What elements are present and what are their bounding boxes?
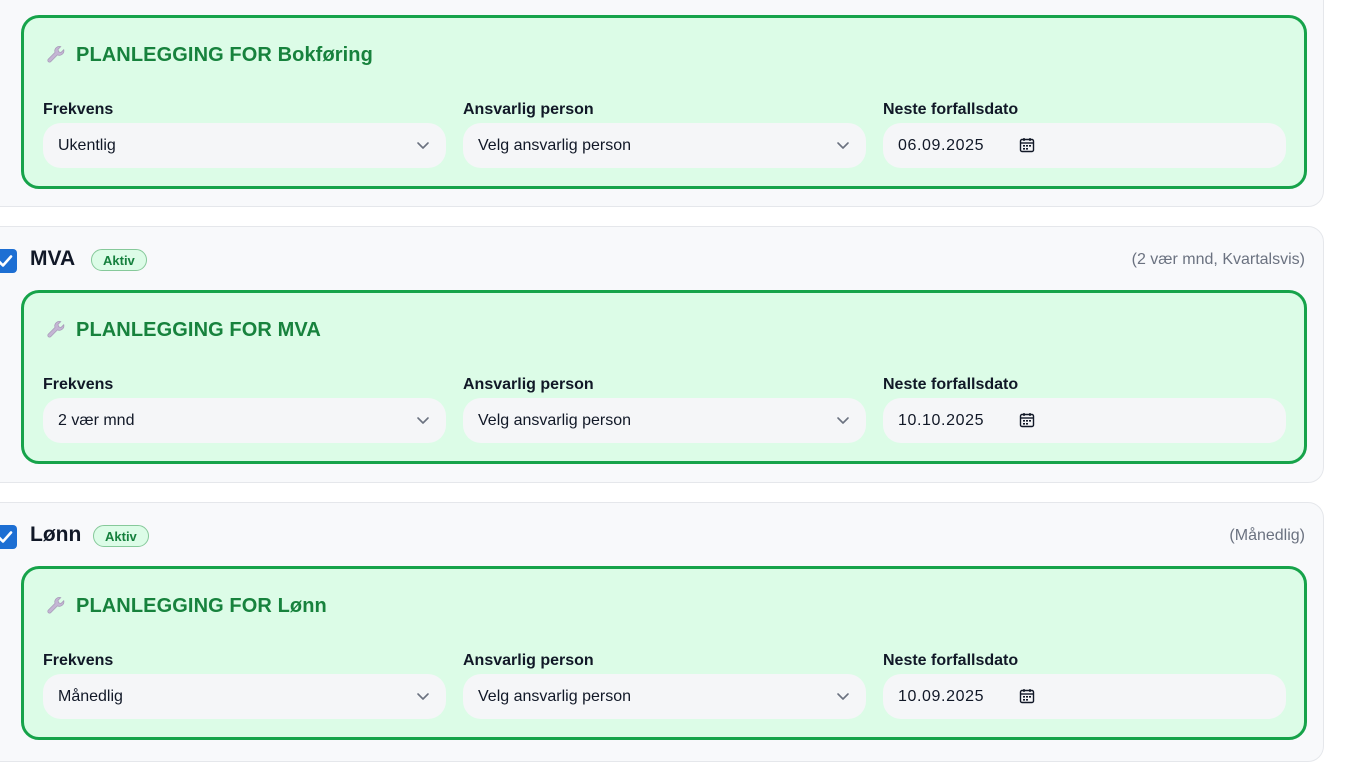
due-date-field: Neste forfallsdato 10.09.2025 xyxy=(883,652,1286,719)
chevron-down-icon xyxy=(417,417,429,424)
calendar-icon[interactable] xyxy=(1019,688,1035,704)
service-name: Lønn xyxy=(30,523,82,546)
status-badge: Aktiv xyxy=(91,249,147,271)
planning-title: PLANLEGGING FOR MVA xyxy=(45,317,321,343)
responsible-field: Ansvarlig person Velg ansvarlig person xyxy=(463,652,866,719)
checkmark-icon xyxy=(0,255,13,267)
planning-panel-lonn: PLANLEGGING FOR Lønn Frekvens Månedlig A… xyxy=(21,566,1307,740)
service-card-bokforing: PLANLEGGING FOR Bokføring Frekvens Ukent… xyxy=(0,0,1324,207)
planning-panel-bokforing: PLANLEGGING FOR Bokføring Frekvens Ukent… xyxy=(21,15,1307,189)
service-header: MVA Aktiv (2 vær mnd, Kvartalsvis) xyxy=(0,227,1323,287)
chevron-down-icon xyxy=(417,142,429,149)
service-checkbox[interactable] xyxy=(0,525,17,549)
planning-title: PLANLEGGING FOR Lønn xyxy=(45,593,327,619)
frequency-select[interactable]: Månedlig xyxy=(43,674,446,719)
chevron-down-icon xyxy=(837,417,849,424)
chevron-down-icon xyxy=(417,693,429,700)
responsible-field: Ansvarlig person Velg ansvarlig person xyxy=(463,101,866,168)
frequency-select[interactable]: 2 vær mnd xyxy=(43,398,446,443)
frequency-field: Frekvens 2 vær mnd xyxy=(43,376,446,443)
service-card-mva: MVA Aktiv (2 vær mnd, Kvartalsvis) PLANL… xyxy=(0,226,1324,483)
calendar-icon[interactable] xyxy=(1019,137,1035,153)
service-header: Lønn Aktiv (Månedlig) xyxy=(0,503,1323,563)
due-date-field: Neste forfallsdato 06.09.2025 xyxy=(883,101,1286,168)
due-date-input[interactable]: 10.09.2025 xyxy=(883,674,1286,719)
wrench-icon xyxy=(47,597,65,614)
service-card-lonn: Lønn Aktiv (Månedlig) PLANLEGGING FOR Lø… xyxy=(0,502,1324,762)
calendar-icon[interactable] xyxy=(1019,412,1035,428)
checkmark-icon xyxy=(0,531,13,543)
planning-panel-mva: PLANLEGGING FOR MVA Frekvens 2 vær mnd A… xyxy=(21,290,1307,464)
wrench-icon xyxy=(47,321,65,338)
due-date-input[interactable]: 06.09.2025 xyxy=(883,123,1286,168)
responsible-select[interactable]: Velg ansvarlig person xyxy=(463,674,866,719)
responsible-select[interactable]: Velg ansvarlig person xyxy=(463,398,866,443)
wrench-icon xyxy=(47,46,65,63)
due-date-field: Neste forfallsdato 10.10.2025 xyxy=(883,376,1286,443)
service-summary: (Månedlig) xyxy=(1229,527,1305,544)
frequency-field: Frekvens Månedlig xyxy=(43,652,446,719)
service-summary: (2 vær mnd, Kvartalsvis) xyxy=(1131,251,1305,268)
service-name: MVA xyxy=(30,247,76,270)
frequency-select[interactable]: Ukentlig xyxy=(43,123,446,168)
responsible-select[interactable]: Velg ansvarlig person xyxy=(463,123,866,168)
service-checkbox[interactable] xyxy=(0,249,17,273)
status-badge: Aktiv xyxy=(93,525,149,547)
planning-title: PLANLEGGING FOR Bokføring xyxy=(45,42,373,68)
responsible-field: Ansvarlig person Velg ansvarlig person xyxy=(463,376,866,443)
due-date-input[interactable]: 10.10.2025 xyxy=(883,398,1286,443)
frequency-field: Frekvens Ukentlig xyxy=(43,101,446,168)
chevron-down-icon xyxy=(837,142,849,149)
chevron-down-icon xyxy=(837,693,849,700)
